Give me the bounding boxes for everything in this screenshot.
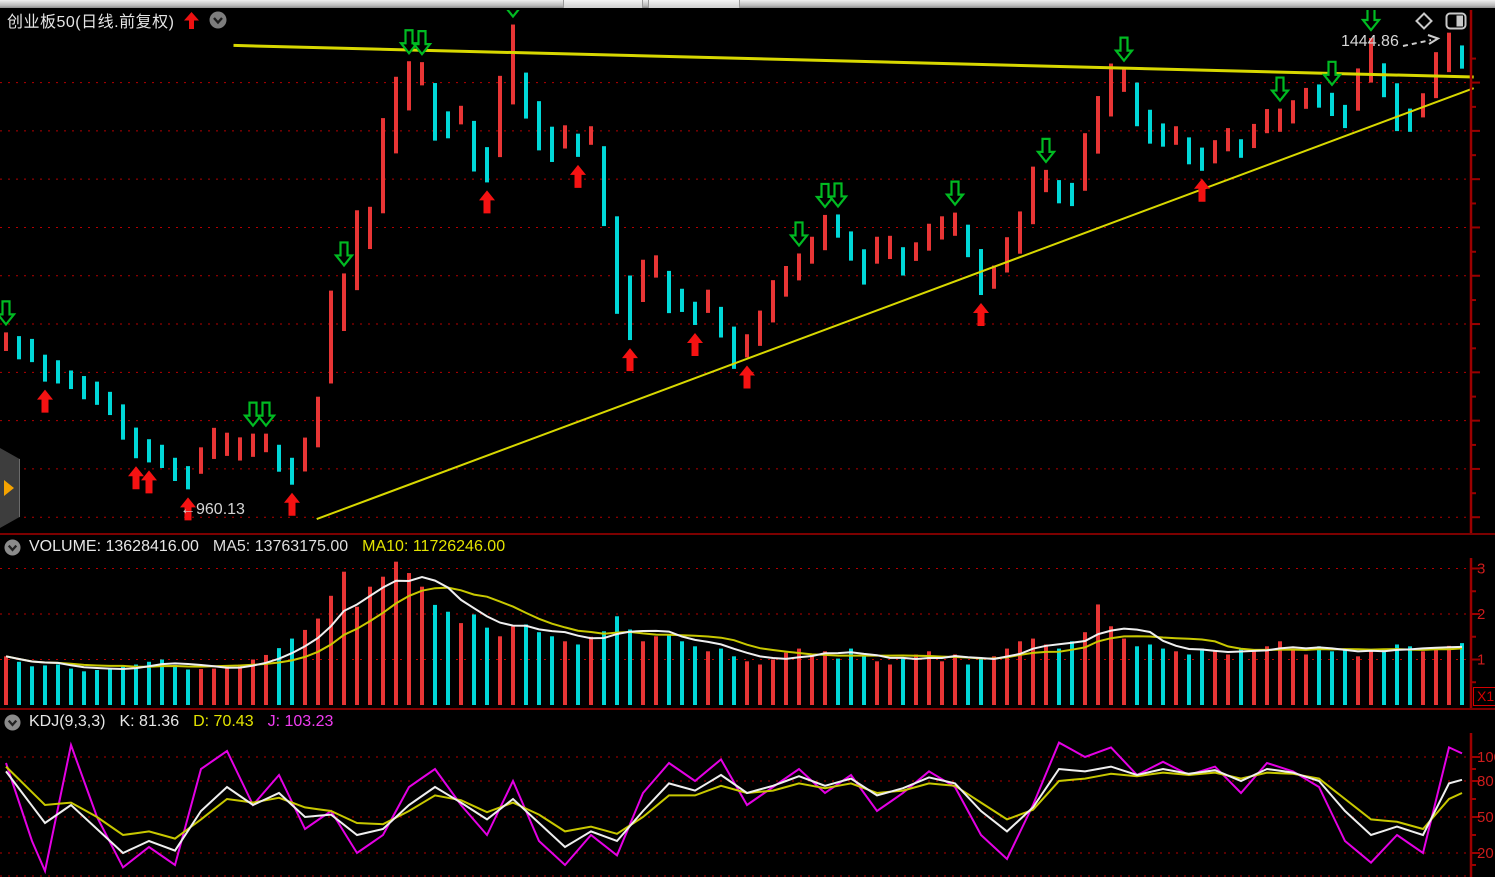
axis-label: 100 (1477, 749, 1495, 766)
sell-signal-arrow (830, 183, 846, 206)
kdj-k-label: K: 81.36 (119, 713, 179, 731)
toolbar-fragment-segment (648, 0, 740, 8)
svg-text:3: 3 (1477, 561, 1485, 578)
symbol-title: 创业板50(日线.前复权) (7, 8, 174, 32)
kdj-d-label: D: 70.43 (193, 713, 254, 731)
volume-pane-header: VOLUME: 13628416.00 MA5: 13763175.00 MA1… (0, 536, 1495, 558)
volume-gridlines (0, 569, 1468, 660)
pane-divider (0, 708, 1495, 710)
sell-signal-arrow (1038, 139, 1054, 162)
low-price-label: ←960.13 (180, 501, 245, 519)
volume-label: VOLUME: 13628416.00 (29, 538, 199, 556)
sell-signal-arrow (336, 242, 352, 265)
expand-left-panel-handle[interactable] (0, 448, 20, 528)
stock-app-window: { "top_toolbar": {"note_segments": 2}, "… (0, 0, 1495, 877)
kdj-indicator-label: KDJ(9,3,3) (29, 713, 105, 731)
svg-text:50: 50 (1477, 809, 1494, 826)
sell-signal-arrow (947, 182, 963, 205)
svg-text:80: 80 (1477, 773, 1494, 790)
volume-multiplier-badge: X1 (1473, 687, 1495, 706)
svg-text:100: 100 (1477, 749, 1495, 766)
right-price-axis (1471, 558, 1480, 708)
buy-signal-arrow (973, 303, 989, 326)
volume-ma5-label: MA5: 13763175.00 (213, 538, 348, 556)
volume-ma10-label: MA10: 11726246.00 (362, 538, 505, 556)
buy-signal-arrow (37, 390, 53, 413)
collapse-volume-chevron-icon[interactable] (4, 539, 21, 556)
sell-signal-arrow (1272, 78, 1288, 101)
volume-ma-lines (6, 577, 1462, 669)
buy-signal-arrow (284, 493, 300, 516)
axis-label: 1 (1477, 652, 1485, 669)
buy-signal-arrow (687, 333, 703, 356)
main-candlestick-chart[interactable] (0, 10, 1495, 533)
chart-title-bar: 创业板50(日线.前复权) (0, 8, 1495, 32)
buy-signal-arrow (739, 365, 755, 388)
signal-arrows (0, 10, 1379, 520)
svg-text:2: 2 (1477, 606, 1485, 623)
svg-text:20: 20 (1477, 845, 1494, 862)
trendlines (234, 45, 1474, 519)
volume-bars (4, 562, 1464, 705)
dashed-pointer-arrow (1401, 34, 1441, 50)
candles-layer (4, 25, 1464, 490)
high-price-label: 1444.86 (1341, 33, 1441, 51)
kdj-j-label: J: 103.23 (268, 713, 334, 731)
kdj-chart[interactable]: 100 80 50 20 (0, 733, 1495, 877)
expand-right-triangle-icon (4, 480, 14, 496)
top-toolbar-fragment (0, 0, 1495, 8)
kdj-pane-header: KDJ(9,3,3) K: 81.36 D: 70.43 J: 103.23 (0, 711, 1495, 733)
buy-signal-arrow (570, 165, 586, 188)
buy-signal-arrow (479, 190, 495, 213)
collapse-kdj-chevron-icon[interactable] (4, 714, 21, 731)
toolbar-fragment-segment (563, 0, 643, 8)
price-gridlines (0, 83, 1468, 518)
sell-signal-arrow (0, 301, 14, 324)
axis-label: 50 (1477, 809, 1494, 826)
axis-label: 2 (1477, 606, 1485, 623)
kdj-lines (6, 743, 1462, 871)
sell-signal-arrow (258, 403, 274, 426)
pane-divider (0, 533, 1495, 535)
svg-text:1: 1 (1477, 652, 1485, 669)
buy-signal-arrow (1194, 179, 1210, 202)
sell-signal-arrow (791, 222, 807, 245)
axis-label: 3 (1477, 561, 1485, 578)
collapse-pane-chevron-icon[interactable] (209, 11, 227, 29)
buy-signal-arrow (622, 348, 638, 371)
trend-up-arrow-icon (184, 12, 199, 29)
sell-signal-arrow (1116, 38, 1132, 61)
buy-signal-arrow (141, 470, 157, 493)
kdj-gridlines (0, 757, 1468, 876)
axis-label: 20 (1477, 845, 1494, 862)
sell-signal-arrow (245, 403, 261, 426)
buy-signal-arrow (128, 466, 144, 489)
axis-label: 80 (1477, 773, 1494, 790)
volume-chart[interactable]: 1 2 3 (0, 558, 1495, 708)
